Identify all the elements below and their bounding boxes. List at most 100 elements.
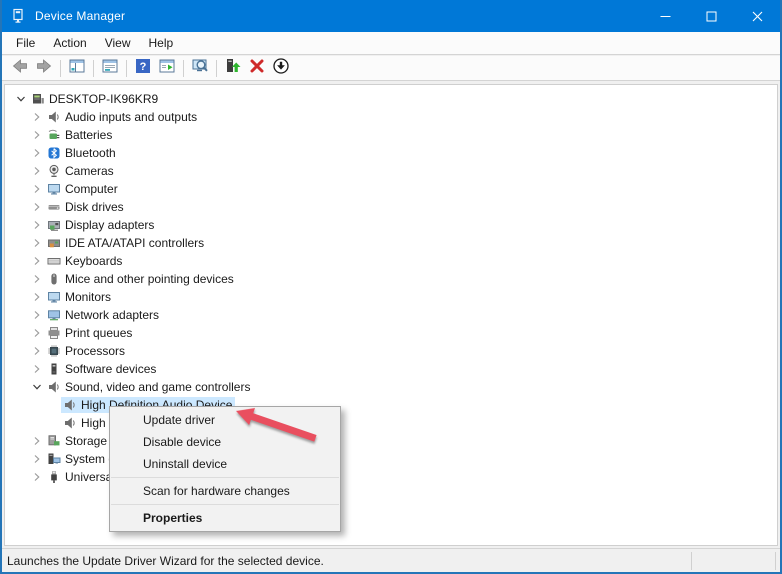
- titlebar: Device Manager: [2, 0, 780, 32]
- scan-hardware-icon: [191, 57, 209, 80]
- tree-item-label: Bluetooth: [65, 146, 116, 160]
- chevron-right-icon[interactable]: [29, 434, 45, 448]
- monitor-icon: [46, 182, 61, 196]
- tree-item-label: Monitors: [65, 290, 112, 304]
- back-button[interactable]: [8, 57, 32, 79]
- display-adapter-icon: [46, 218, 61, 232]
- tree-item-label: Cameras: [65, 164, 114, 178]
- maximize-button[interactable]: [688, 0, 734, 32]
- device-manager-icon: [11, 8, 27, 24]
- chevron-right-icon[interactable]: [29, 344, 45, 358]
- chevron-right-icon[interactable]: [29, 200, 45, 214]
- tree-item-ide-ata-atapi-controllers[interactable]: IDE ATA/ATAPI controllers: [5, 234, 777, 252]
- tree-item-network-adapters[interactable]: Network adapters: [5, 306, 777, 324]
- tree-item-audio-inputs-and-outputs[interactable]: Audio inputs and outputs: [5, 108, 777, 126]
- menu-help[interactable]: Help: [140, 33, 183, 53]
- tree-item-display-adapters[interactable]: Display adapters: [5, 216, 777, 234]
- toolbar-separator: [183, 59, 184, 77]
- disable-device-icon: [272, 57, 290, 80]
- chevron-right-icon[interactable]: [29, 164, 45, 178]
- statusbar: Launches the Update Driver Wizard for th…: [2, 548, 780, 572]
- chevron-right-icon[interactable]: [29, 236, 45, 250]
- scan-hardware-button[interactable]: [188, 57, 212, 79]
- speaker-icon: [46, 110, 61, 124]
- menu-action[interactable]: Action: [44, 33, 95, 53]
- minimize-icon: [660, 15, 670, 17]
- help-icon: ?: [134, 57, 152, 80]
- network-adapter-icon: [46, 308, 61, 322]
- chevron-right-icon[interactable]: [29, 452, 45, 466]
- menu-file[interactable]: File: [7, 33, 44, 53]
- menubar: File Action View Help: [2, 32, 780, 55]
- battery-icon: [46, 128, 61, 142]
- tree-item-computer[interactable]: Computer: [5, 180, 777, 198]
- close-button[interactable]: [734, 0, 780, 32]
- chevron-right-icon[interactable]: [29, 470, 45, 484]
- speaker-icon: [46, 380, 61, 394]
- mouse-icon: [46, 272, 61, 286]
- tree-item-mice-and-other-pointing-devices[interactable]: Mice and other pointing devices: [5, 270, 777, 288]
- context-menu-uninstall-device[interactable]: Uninstall device: [110, 453, 340, 475]
- context-menu-separator: [111, 504, 339, 505]
- tree-item-disk-drives[interactable]: Disk drives: [5, 198, 777, 216]
- chevron-right-icon[interactable]: [29, 182, 45, 196]
- tree-item-label: Mice and other pointing devices: [65, 272, 234, 286]
- context-menu-properties[interactable]: Properties: [110, 507, 340, 529]
- chevron-right-icon[interactable]: [29, 290, 45, 304]
- tree-item-processors[interactable]: Processors: [5, 342, 777, 360]
- tree-item-batteries[interactable]: Batteries: [5, 126, 777, 144]
- chevron-right-icon[interactable]: [29, 254, 45, 268]
- statusbar-divider: [691, 552, 692, 570]
- menu-view[interactable]: View: [96, 33, 140, 53]
- tree-item-label: IDE ATA/ATAPI controllers: [65, 236, 205, 250]
- system-device-icon: [46, 452, 61, 466]
- properties-window-button[interactable]: [98, 57, 122, 79]
- chevron-right-icon[interactable]: [29, 146, 45, 160]
- tree-item-cameras[interactable]: Cameras: [5, 162, 777, 180]
- chevron-right-icon[interactable]: [29, 362, 45, 376]
- tree-item-label: Computer: [65, 182, 118, 196]
- keyboard-icon: [46, 254, 61, 268]
- tree-item-label: Audio inputs and outputs: [65, 110, 198, 124]
- toolbar-separator: [216, 59, 217, 77]
- chevron-right-icon[interactable]: [29, 110, 45, 124]
- chevron-right-icon[interactable]: [29, 308, 45, 322]
- forward-button[interactable]: [32, 57, 56, 79]
- tree-item-sound-video-and-game-controllers[interactable]: Sound, video and game controllers: [5, 378, 777, 396]
- disable-device-button[interactable]: [269, 57, 293, 79]
- chevron-right-icon[interactable]: [29, 128, 45, 142]
- tree-item-keyboards[interactable]: Keyboards: [5, 252, 777, 270]
- tree-item-desktop-ik96kr9[interactable]: DESKTOP-IK96KR9: [5, 90, 777, 108]
- window-controls: [642, 0, 780, 32]
- action-pane-button[interactable]: [155, 57, 179, 79]
- update-driver-button[interactable]: [221, 57, 245, 79]
- uninstall-device-button[interactable]: [245, 57, 269, 79]
- context-menu-scan-for-hardware-changes[interactable]: Scan for hardware changes: [110, 480, 340, 502]
- tree-item-label: Software devices: [65, 362, 157, 376]
- tree-item-label: Processors: [65, 344, 126, 358]
- tree-item-label: Network adapters: [65, 308, 160, 322]
- tree-item-software-devices[interactable]: Software devices: [5, 360, 777, 378]
- chevron-right-icon[interactable]: [29, 326, 45, 340]
- console-tree-button[interactable]: [65, 57, 89, 79]
- computer-device-icon: [30, 92, 45, 106]
- maximize-icon: [706, 11, 716, 21]
- back-icon: [11, 57, 29, 80]
- storage-controller-icon: [46, 434, 61, 448]
- chevron-down-icon[interactable]: [13, 92, 29, 106]
- tree-item-label: DESKTOP-IK96KR9: [49, 92, 159, 106]
- window-title: Device Manager: [35, 9, 126, 23]
- tree-item-monitors[interactable]: Monitors: [5, 288, 777, 306]
- help-button[interactable]: ?: [131, 57, 155, 79]
- tree-item-bluetooth[interactable]: Bluetooth: [5, 144, 777, 162]
- update-driver-icon: [224, 57, 242, 80]
- chevron-right-icon[interactable]: [29, 272, 45, 286]
- chevron-right-icon[interactable]: [29, 218, 45, 232]
- chevron-down-icon[interactable]: [29, 380, 45, 394]
- tree-item-print-queues[interactable]: Print queues: [5, 324, 777, 342]
- tree-item-label: Display adapters: [65, 218, 155, 232]
- minimize-button[interactable]: [642, 0, 688, 32]
- toolbar-separator: [60, 59, 61, 77]
- forward-icon: [35, 57, 53, 80]
